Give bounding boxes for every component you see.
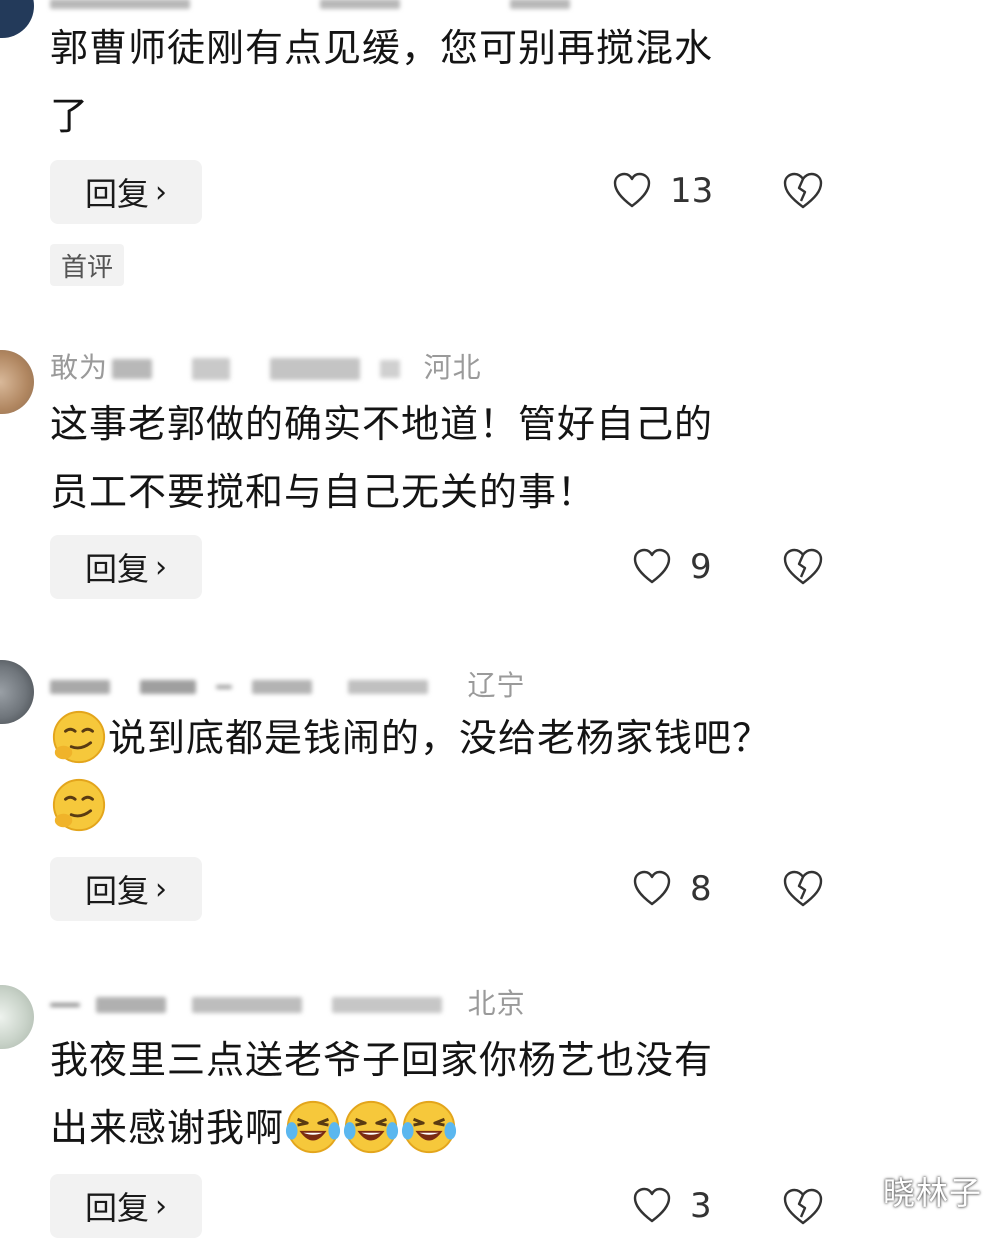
watermark: 晓林子: [882, 1174, 982, 1212]
chevron-right-icon: ›: [155, 1188, 167, 1224]
comment-text: 郭曹师徒刚有点见缓，您可别再搅混水 了: [50, 26, 714, 138]
avatar[interactable]: [0, 0, 34, 38]
reply-button[interactable]: 回复 ›: [50, 857, 202, 921]
heart-outline-icon: [633, 870, 671, 906]
comment-meta: 辽宁: [50, 664, 526, 704]
like-button[interactable]: 13: [612, 171, 713, 211]
avatar[interactable]: [0, 660, 34, 724]
comment-text: 这事老郭做的确实不地道！管好自己的 员工不要搅和与自己无关的事！: [50, 402, 714, 514]
heart-outline-icon: [613, 172, 651, 208]
comment-meta: 北京: [50, 982, 526, 1022]
like-button[interactable]: 3: [632, 1186, 712, 1226]
comment-author: 敢为: [50, 351, 109, 384]
laugh-cry-emoji-icon: [401, 1100, 457, 1153]
broken-heart-icon[interactable]: [782, 1186, 824, 1228]
comment-text: 我夜里三点送老爷子回家你杨艺也没有 出来感谢我啊: [50, 1026, 850, 1162]
broken-heart-icon[interactable]: [782, 868, 824, 910]
like-count: 13: [670, 171, 714, 211]
smirk-emoji-icon: [52, 710, 106, 763]
reply-label: 回复: [84, 175, 149, 213]
chevron-right-icon: ›: [155, 174, 167, 210]
comment-location: 辽宁: [467, 669, 526, 702]
laugh-cry-emoji-icon: [285, 1100, 341, 1153]
broken-heart-icon[interactable]: [782, 546, 824, 588]
reply-button[interactable]: 回复 ›: [50, 535, 202, 599]
reply-button[interactable]: 回复 ›: [50, 1174, 202, 1238]
chevron-right-icon: ›: [155, 871, 167, 907]
first-comment-badge: 首评: [50, 244, 124, 286]
comment-meta: 敢为 河北: [50, 346, 482, 386]
avatar[interactable]: [0, 350, 34, 414]
laugh-cry-emoji-icon: [343, 1100, 399, 1153]
like-count: 8: [690, 869, 712, 909]
like-count: 9: [690, 547, 712, 587]
like-count: 3: [690, 1186, 712, 1226]
chevron-right-icon: ›: [155, 549, 167, 585]
reply-label: 回复: [84, 1189, 149, 1227]
comment-location: 北京: [467, 987, 526, 1020]
smirk-emoji-icon: [52, 778, 106, 831]
like-button[interactable]: 9: [632, 547, 712, 587]
reply-label: 回复: [84, 550, 149, 588]
heart-outline-icon: [633, 548, 671, 584]
reply-button[interactable]: 回复 ›: [50, 160, 202, 224]
reply-label: 回复: [84, 872, 149, 910]
comment-location: 河北: [423, 351, 482, 384]
broken-heart-icon[interactable]: [782, 170, 824, 212]
like-button[interactable]: 8: [632, 869, 712, 909]
avatar[interactable]: [0, 985, 34, 1049]
comment-text: 说到底都是钱闹的，没给老杨家钱吧？: [50, 704, 850, 840]
heart-outline-icon: [633, 1187, 671, 1223]
